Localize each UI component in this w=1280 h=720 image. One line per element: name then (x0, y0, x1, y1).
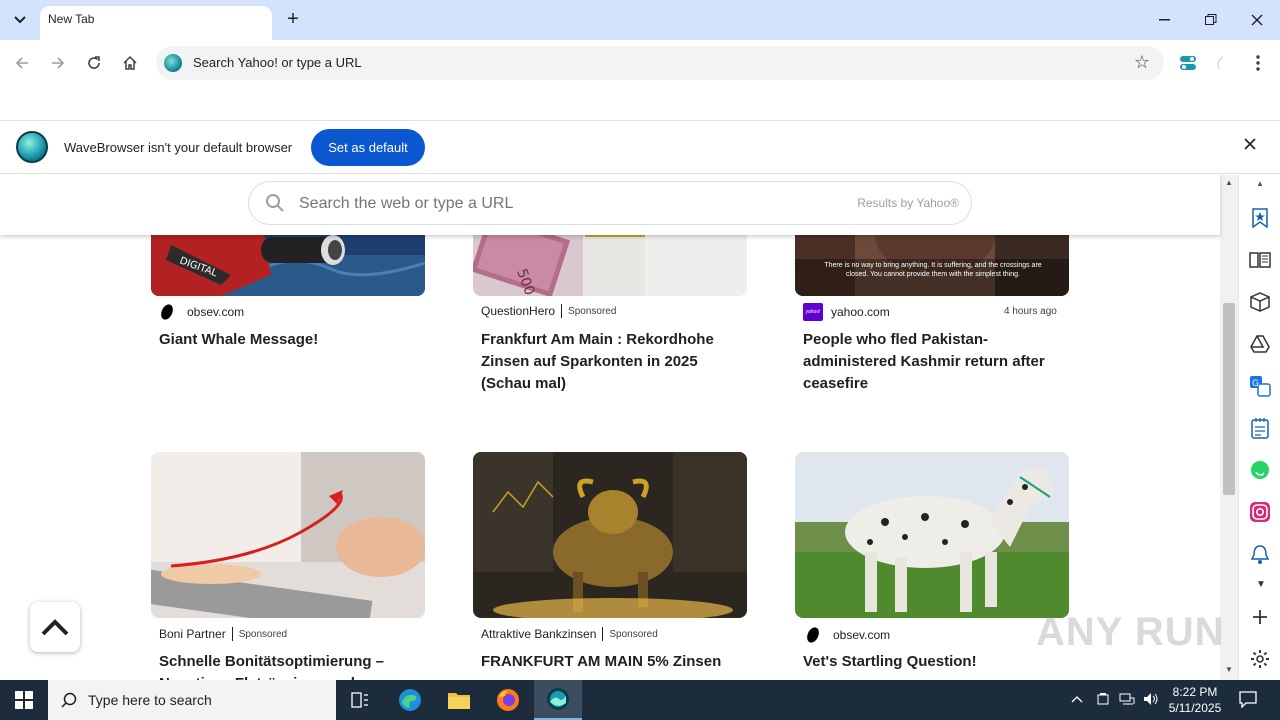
set-as-default-button[interactable]: Set as default (311, 129, 425, 166)
firefox-icon[interactable] (484, 680, 532, 720)
windows-start-icon[interactable] (0, 680, 48, 720)
card-source: obsev.com (804, 625, 890, 645)
instagram-icon[interactable] (1249, 501, 1271, 523)
scroll-up-arrow-icon[interactable]: ▲ (1225, 178, 1233, 187)
drive-icon[interactable] (1249, 333, 1271, 355)
file-explorer-icon[interactable] (435, 680, 483, 720)
bookmark-star-panel-icon[interactable] (1249, 207, 1271, 229)
task-view-icon[interactable] (336, 680, 384, 720)
menu-icon[interactable] (1245, 50, 1271, 76)
battery-icon[interactable] (1096, 692, 1110, 709)
network-icon[interactable] (1119, 692, 1135, 709)
search-icon (61, 692, 77, 708)
wavebrowser-taskbar-icon[interactable] (534, 680, 582, 720)
clock-date: 5/11/2025 (1168, 701, 1222, 715)
add-panel-icon[interactable] (1249, 606, 1271, 628)
web-search-input[interactable]: Search the web or type a URL Results by … (248, 181, 972, 225)
card-source: obsev.com (158, 302, 244, 322)
page-scrollbar[interactable]: ▲ ▼ (1220, 175, 1238, 680)
obsev-logo-icon (804, 625, 822, 645)
card-source: QuestionHero Sponsored (481, 304, 617, 318)
windows-taskbar: Type here to search 8:22 PM 5/11/2025 (0, 680, 1280, 720)
tab-title: New Tab (48, 12, 95, 26)
card-image-horse[interactable] (795, 452, 1069, 618)
tray-overflow-chevron-icon[interactable] (1071, 692, 1083, 706)
new-tab-page: Search the web or type a URL Results by … (0, 175, 1238, 680)
new-tab-button[interactable]: + (282, 8, 304, 30)
sponsored-label: Sponsored (238, 628, 288, 640)
side-panel: ▲ G ▼ (1238, 175, 1280, 680)
restore-button[interactable] (1198, 8, 1224, 32)
card-source: yahoo! yahoo.com (803, 303, 890, 321)
close-window-button[interactable] (1244, 8, 1270, 32)
yahoo-logo-icon: yahoo! (803, 303, 823, 321)
card-image-credit[interactable] (151, 452, 425, 618)
clock-time: 8:22 PM (1172, 685, 1218, 699)
card-source: Attraktive Bankzinsen Sponsored (481, 627, 658, 641)
side-panel-up-arrow-icon[interactable]: ▲ (1256, 179, 1264, 188)
edge-icon[interactable] (386, 680, 434, 720)
reload-icon[interactable] (81, 50, 107, 76)
translate-icon[interactable]: G (1249, 375, 1271, 397)
scroll-to-top-button[interactable] (30, 602, 80, 652)
tab-search-dropdown-icon[interactable] (8, 8, 32, 32)
default-browser-infobar: WaveBrowser isn't your default browser S… (0, 120, 1280, 174)
obsev-logo-icon (158, 302, 176, 322)
infobar-close-icon[interactable] (1244, 137, 1256, 155)
notes-icon[interactable] (1249, 417, 1271, 439)
card-headline[interactable]: Vet's Startling Question! (803, 651, 1063, 673)
search-header: Search the web or type a URL Results by … (0, 175, 1220, 235)
notifications-icon[interactable] (1239, 690, 1257, 711)
side-panel-more-icon[interactable]: ▼ (1256, 579, 1266, 590)
kashmir-image-caption: There is no way to bring anything. It is… (824, 262, 1042, 278)
card-headline[interactable]: Frankfurt Am Main : Rekordhohe Zinsen au… (481, 329, 741, 395)
minimize-button[interactable] (1152, 8, 1178, 32)
bookmark-star-icon[interactable]: ☆ (1134, 52, 1150, 73)
card-headline[interactable]: Schnelle Bonitätsoptimierung – Neuetiges… (159, 651, 419, 680)
wavebrowser-logo-icon (16, 131, 48, 163)
alerts-icon[interactable] (1249, 543, 1271, 565)
search-icon (266, 194, 284, 212)
card-headline[interactable]: People who fled Pakistan-administered Ka… (803, 329, 1063, 395)
chevron-up-icon (41, 619, 69, 636)
sponsored-label: Sponsored (609, 628, 658, 640)
back-icon[interactable] (9, 50, 35, 76)
scroll-down-arrow-icon[interactable]: ▼ (1225, 665, 1233, 674)
address-bar-placeholder: Search Yahoo! or type a URL (193, 55, 362, 70)
infobar-message: WaveBrowser isn't your default browser (64, 140, 293, 155)
toolbar: Search Yahoo! or type a URL ☆ (0, 40, 1280, 86)
settings-gear-icon[interactable] (1249, 648, 1271, 670)
scrollbar-thumb[interactable] (1223, 303, 1235, 495)
card-image-bull[interactable] (473, 452, 747, 618)
search-placeholder: Search the web or type a URL (299, 195, 514, 212)
card-headline[interactable]: FRANKFURT AM MAIN 5% Zinsen (481, 651, 741, 673)
home-icon[interactable] (117, 50, 143, 76)
extensions-toggle-icon[interactable] (1175, 50, 1201, 76)
wavebrowser-icon (164, 54, 182, 72)
taskbar-clock[interactable]: 8:22 PM 5/11/2025 (1166, 684, 1224, 716)
taskbar-search-placeholder: Type here to search (88, 692, 212, 708)
sponsored-label: Sponsored (568, 305, 617, 317)
package-icon[interactable] (1249, 291, 1271, 313)
whatsapp-icon[interactable] (1249, 459, 1271, 481)
anyrun-watermark: ANY RUN (1036, 610, 1225, 654)
card-source: Boni Partner Sponsored (159, 627, 288, 641)
reading-list-icon[interactable] (1249, 249, 1271, 271)
profile-icon[interactable] (1209, 50, 1235, 76)
address-bar[interactable]: Search Yahoo! or type a URL ☆ (156, 46, 1164, 80)
yahoo-credit: Results by Yahoo® (857, 196, 959, 210)
taskbar-search-box[interactable]: Type here to search (48, 680, 336, 720)
title-bar: New Tab + (0, 0, 1280, 40)
card-headline[interactable]: Giant Whale Message! (159, 329, 419, 351)
svg-text:G: G (1252, 379, 1259, 389)
tab-new-tab[interactable]: New Tab (40, 6, 272, 40)
card-timestamp: 4 hours ago (1004, 306, 1057, 317)
forward-icon[interactable] (45, 50, 71, 76)
volume-icon[interactable] (1143, 692, 1159, 709)
